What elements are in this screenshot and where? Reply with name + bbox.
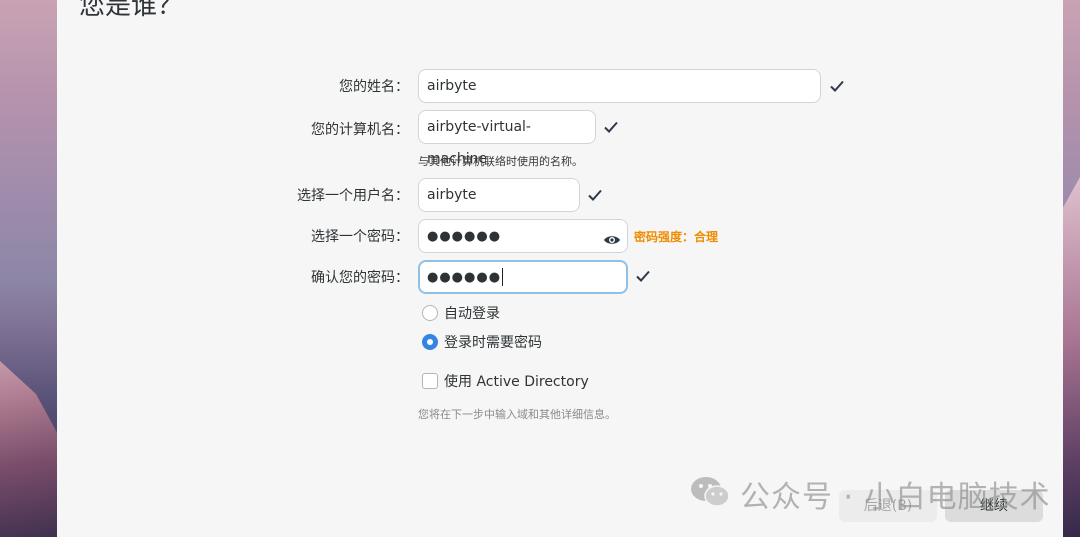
computer-name-input[interactable]: airbyte-virtual-machine — [418, 110, 596, 167]
password-dots: ●●●●●● — [427, 229, 502, 244]
computer-name-label: 您的计算机名： — [311, 122, 409, 138]
require-password-radio[interactable] — [422, 334, 438, 350]
background-mountain-left — [0, 361, 60, 537]
name-label: 您的姓名： — [339, 79, 409, 95]
active-directory-checkbox[interactable] — [422, 373, 438, 389]
background-mountain-right — [1060, 177, 1080, 537]
auto-login-label[interactable]: 自动登录 — [444, 305, 500, 323]
require-password-label[interactable]: 登录时需要密码 — [444, 334, 542, 352]
confirm-password-dots: ●●●●●● — [427, 270, 502, 285]
name-check-icon — [829, 78, 845, 94]
password-label: 选择一个密码： — [311, 229, 409, 245]
text-caret — [502, 268, 504, 286]
eye-icon[interactable] — [603, 228, 621, 244]
active-directory-label[interactable]: 使用 Active Directory — [444, 373, 589, 391]
name-input[interactable]: airbyte — [418, 69, 821, 103]
wechat-icon — [690, 474, 732, 514]
username-label: 选择一个用户名： — [297, 188, 409, 204]
username-input[interactable]: airbyte — [418, 178, 580, 212]
domain-note: 您将在下一步中输入域和其他详细信息。 — [418, 408, 616, 421]
watermark-text: 公众号 · 小白电脑技术 — [740, 480, 1051, 515]
confirm-password-check-icon — [635, 268, 651, 284]
password-strength: 密码强度：合理 — [634, 230, 719, 244]
installer-dialog: 您是谁？ 您的姓名： airbyte 您的计算机名： airbyte-virtu… — [57, 0, 1063, 537]
watermark: 公众号 · 小白电脑技术 — [690, 474, 1051, 515]
confirm-password-input[interactable]: ●●●●●● — [418, 260, 628, 294]
password-input[interactable]: ●●●●●● — [418, 219, 628, 253]
auto-login-radio[interactable] — [422, 305, 438, 321]
computer-name-check-icon — [603, 119, 619, 135]
page-title: 您是谁？ — [79, 0, 184, 21]
username-check-icon — [587, 187, 603, 203]
confirm-password-label: 确认您的密码： — [311, 270, 409, 286]
computer-name-hint: 与其他计算机联络时使用的名称。 — [418, 155, 583, 168]
